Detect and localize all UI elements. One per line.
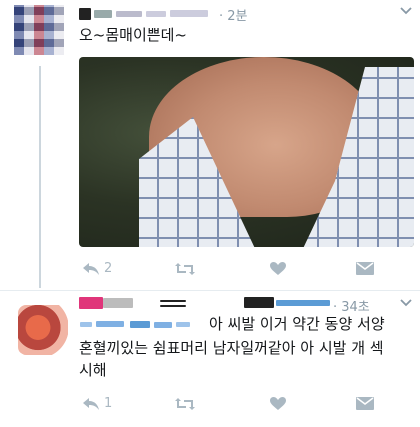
reply-button[interactable]: 1 bbox=[82, 396, 174, 411]
tweet-text-line-3: 시해 bbox=[79, 361, 107, 379]
tweet-text-line-1: 아 씨발 이거 약간 동양 서양 bbox=[209, 315, 385, 333]
direct-message-button[interactable] bbox=[356, 397, 374, 410]
tweet-actions: 1 bbox=[82, 396, 402, 411]
tweet-actions: 2 bbox=[82, 261, 402, 276]
like-button[interactable] bbox=[270, 261, 356, 276]
tweet-text-line-2: 혼혈끼있는 쉼표머리 남자일꺼같아 아 시발 개 섹 bbox=[79, 339, 384, 357]
reply-count: 2 bbox=[104, 261, 113, 276]
chevron-down-icon[interactable] bbox=[399, 4, 413, 20]
retweet-icon bbox=[174, 262, 196, 276]
heart-icon bbox=[270, 396, 286, 411]
chevron-down-icon[interactable] bbox=[399, 296, 413, 312]
reply-count: 1 bbox=[104, 396, 113, 411]
envelope-icon bbox=[356, 262, 374, 275]
envelope-icon bbox=[356, 397, 374, 410]
reply-button[interactable]: 2 bbox=[82, 261, 174, 276]
direct-message-button[interactable] bbox=[356, 262, 374, 275]
reply-icon bbox=[82, 397, 100, 411]
retweet-button[interactable] bbox=[174, 262, 270, 276]
like-button[interactable] bbox=[270, 396, 356, 411]
avatar[interactable] bbox=[18, 305, 68, 355]
tweet-timestamp[interactable]: · 2분 bbox=[219, 5, 248, 24]
reply-icon bbox=[82, 262, 100, 276]
tweet-media-photo[interactable] bbox=[79, 57, 414, 247]
tweet-text: 오~몸매이쁜데~ bbox=[79, 26, 187, 44]
retweet-icon bbox=[174, 397, 196, 411]
retweet-button[interactable] bbox=[174, 397, 270, 411]
thread-connector-line bbox=[39, 66, 41, 288]
tweet-divider bbox=[0, 290, 420, 291]
avatar[interactable] bbox=[14, 5, 64, 55]
heart-icon bbox=[270, 261, 286, 276]
